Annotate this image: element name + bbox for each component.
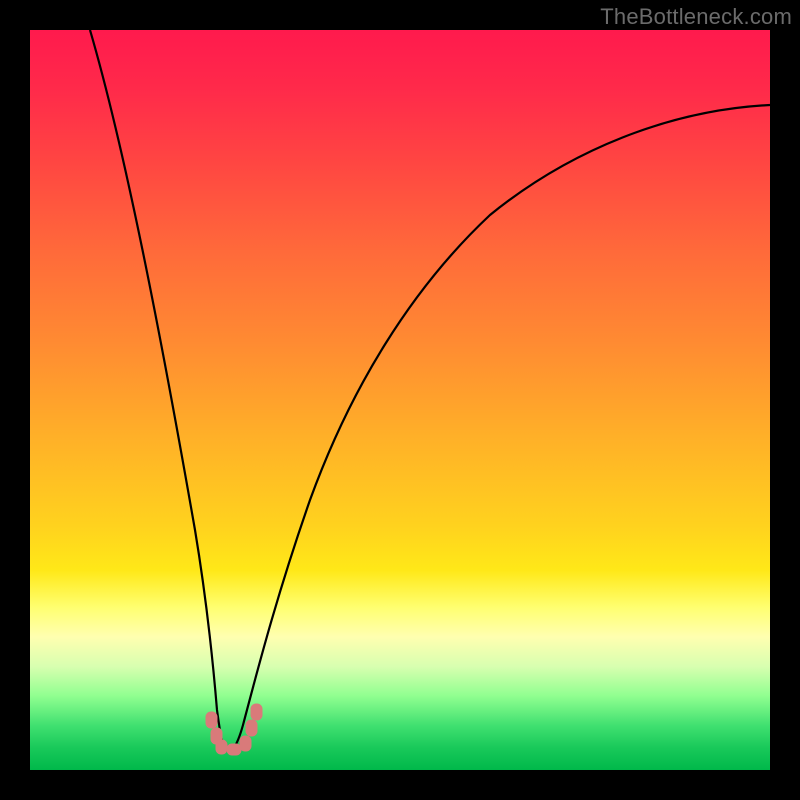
min-marker-group (206, 704, 262, 755)
chart-frame: TheBottleneck.com (0, 0, 800, 800)
watermark-text: TheBottleneck.com (600, 4, 792, 30)
curve-layer (30, 30, 770, 770)
bottleneck-curve (90, 30, 770, 751)
plot-area (30, 30, 770, 770)
